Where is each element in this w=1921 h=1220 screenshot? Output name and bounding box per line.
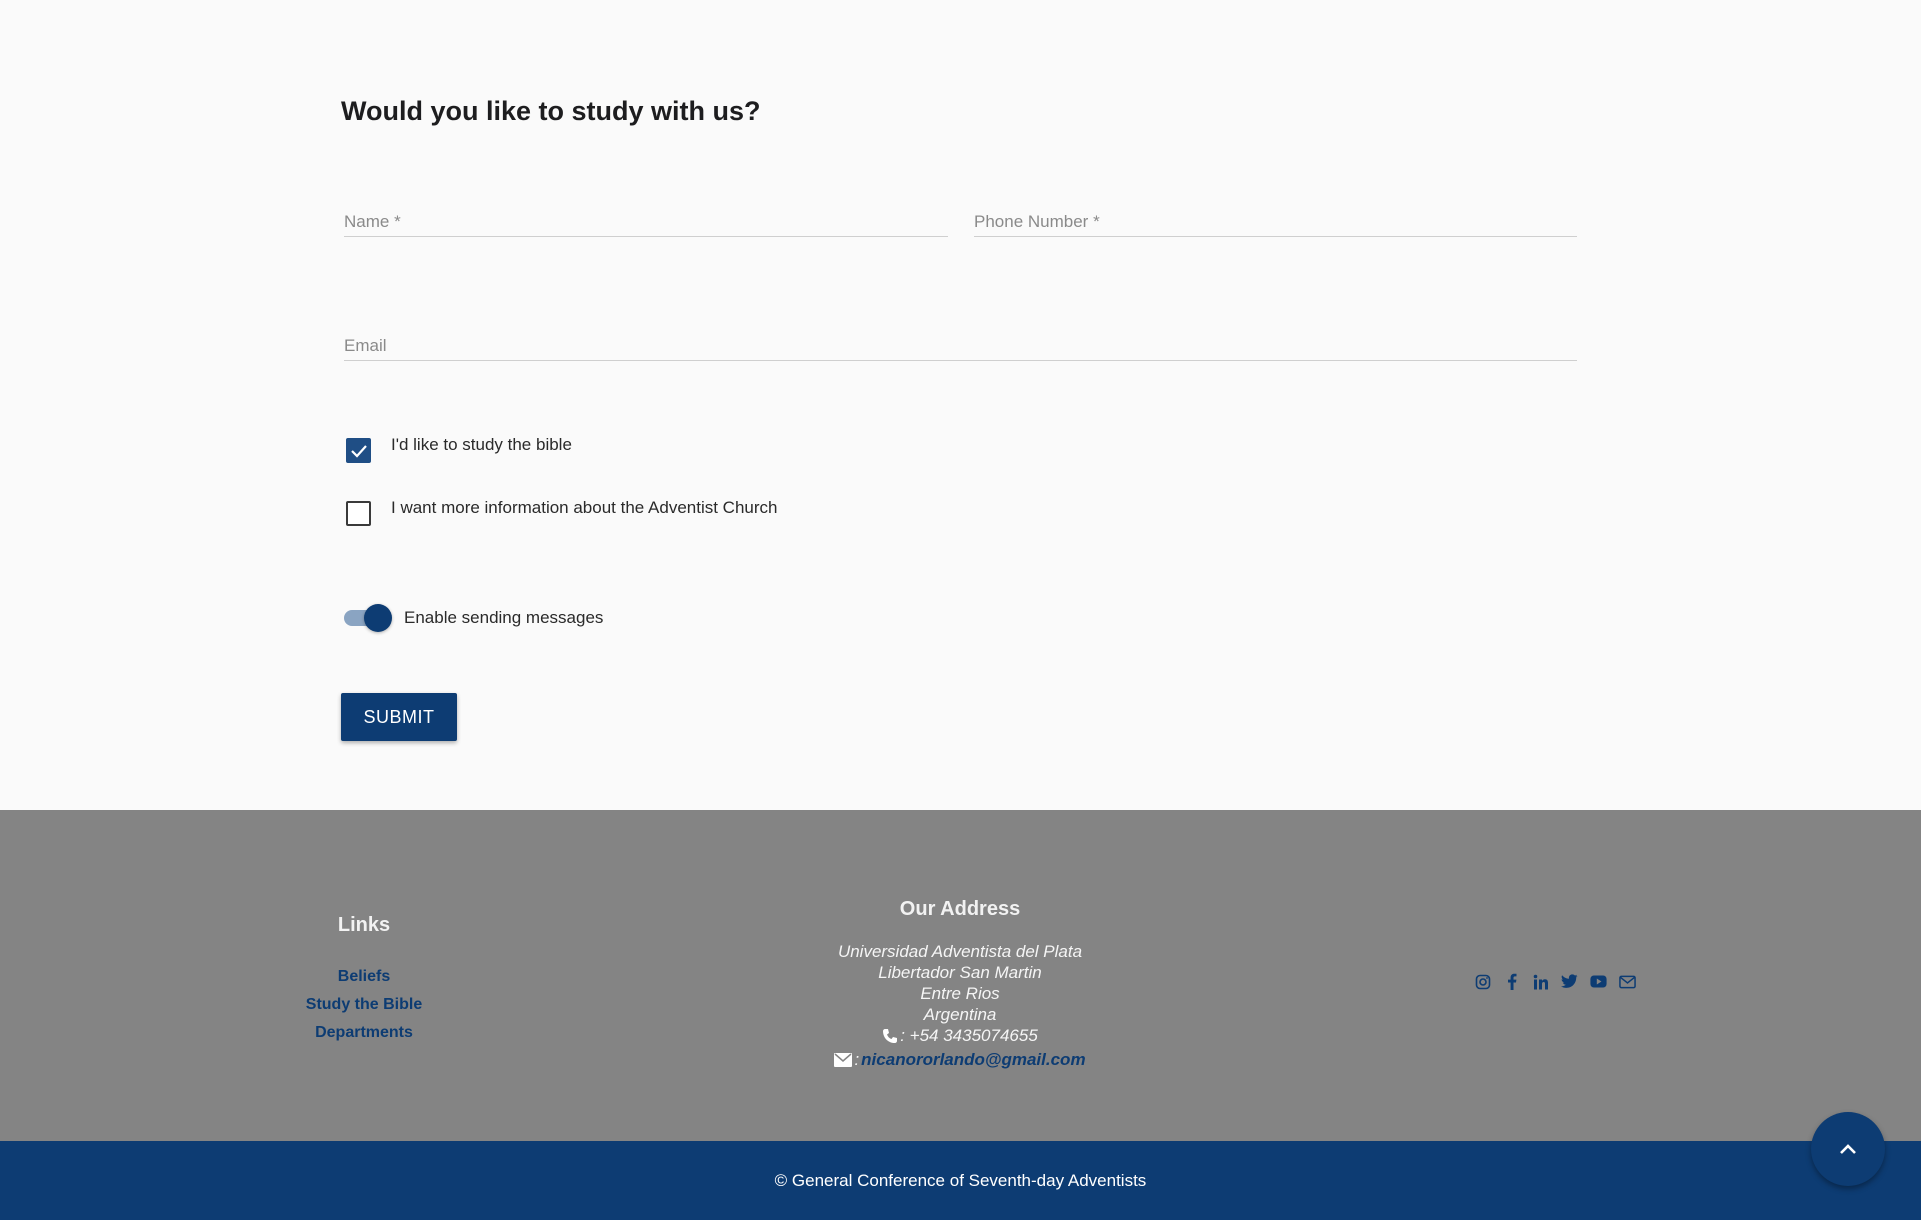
scroll-to-top-button[interactable] bbox=[1811, 1112, 1885, 1186]
address-line: Argentina bbox=[923, 1005, 997, 1024]
messages-toggle-label: Enable sending messages bbox=[404, 608, 604, 627]
form-title: Would you like to study with us? bbox=[341, 96, 761, 126]
footer-address: Our Address Universidad Adventista del P… bbox=[760, 898, 1160, 1070]
submit-button[interactable]: SUBMIT bbox=[341, 693, 457, 741]
address-phone: : +54 3435074655 bbox=[760, 1025, 1160, 1046]
study-bible-label: I'd like to study the bible bbox=[391, 435, 572, 454]
copyright-text: © General Conference of Seventh-day Adve… bbox=[774, 1171, 1147, 1190]
link-beliefs[interactable]: Beliefs bbox=[260, 963, 468, 991]
address-line: Entre Rios bbox=[920, 984, 1000, 1003]
messages-toggle-row: Enable sending messages bbox=[344, 604, 603, 632]
form-section bbox=[0, 0, 1921, 810]
messages-toggle[interactable] bbox=[344, 604, 392, 632]
link-study-bible[interactable]: Study the Bible bbox=[260, 991, 468, 1019]
social-icons bbox=[1474, 973, 1636, 990]
email-input[interactable] bbox=[344, 317, 1577, 360]
study-bible-checkbox[interactable] bbox=[346, 438, 371, 463]
name-field-container bbox=[344, 193, 948, 237]
phone-input[interactable] bbox=[974, 193, 1577, 236]
address-line: Libertador San Martin bbox=[878, 963, 1042, 982]
phone-number: : +54 3435074655 bbox=[900, 1026, 1038, 1045]
twitter-icon[interactable] bbox=[1561, 973, 1578, 990]
link-departments[interactable]: Departments bbox=[260, 1019, 468, 1047]
footer-links: Links Beliefs Study the Bible Department… bbox=[260, 914, 468, 1047]
name-input[interactable] bbox=[344, 193, 948, 236]
phone-icon bbox=[883, 1028, 898, 1043]
chevron-up-icon bbox=[1840, 1144, 1856, 1154]
footer: Links Beliefs Study the Bible Department… bbox=[0, 810, 1921, 1141]
more-info-option: I want more information about the Advent… bbox=[346, 498, 777, 526]
toggle-thumb bbox=[364, 604, 392, 632]
links-title: Links bbox=[337, 914, 391, 936]
youtube-icon[interactable] bbox=[1590, 973, 1607, 990]
study-bible-option: I'd like to study the bible bbox=[346, 435, 572, 463]
instagram-icon[interactable] bbox=[1474, 973, 1491, 990]
address-email: : nicanororlando@gmail.com bbox=[760, 1049, 1160, 1070]
address-line: Universidad Adventista del Plata bbox=[837, 942, 1083, 961]
email-link[interactable]: nicanororlando@gmail.com bbox=[861, 1050, 1085, 1070]
more-info-label: I want more information about the Advent… bbox=[391, 498, 778, 517]
more-info-checkbox[interactable] bbox=[346, 501, 371, 526]
envelope-icon[interactable] bbox=[1619, 973, 1636, 990]
copyright-bar: © General Conference of Seventh-day Adve… bbox=[0, 1141, 1921, 1220]
checkmark-icon bbox=[350, 444, 367, 458]
address-title: Our Address bbox=[899, 898, 1021, 920]
facebook-icon[interactable] bbox=[1503, 973, 1520, 990]
linkedin-icon[interactable] bbox=[1532, 973, 1549, 990]
email-field-container bbox=[344, 317, 1577, 361]
phone-field-container bbox=[974, 193, 1577, 237]
email-prefix: : bbox=[854, 1050, 860, 1069]
envelope-icon bbox=[834, 1052, 853, 1067]
